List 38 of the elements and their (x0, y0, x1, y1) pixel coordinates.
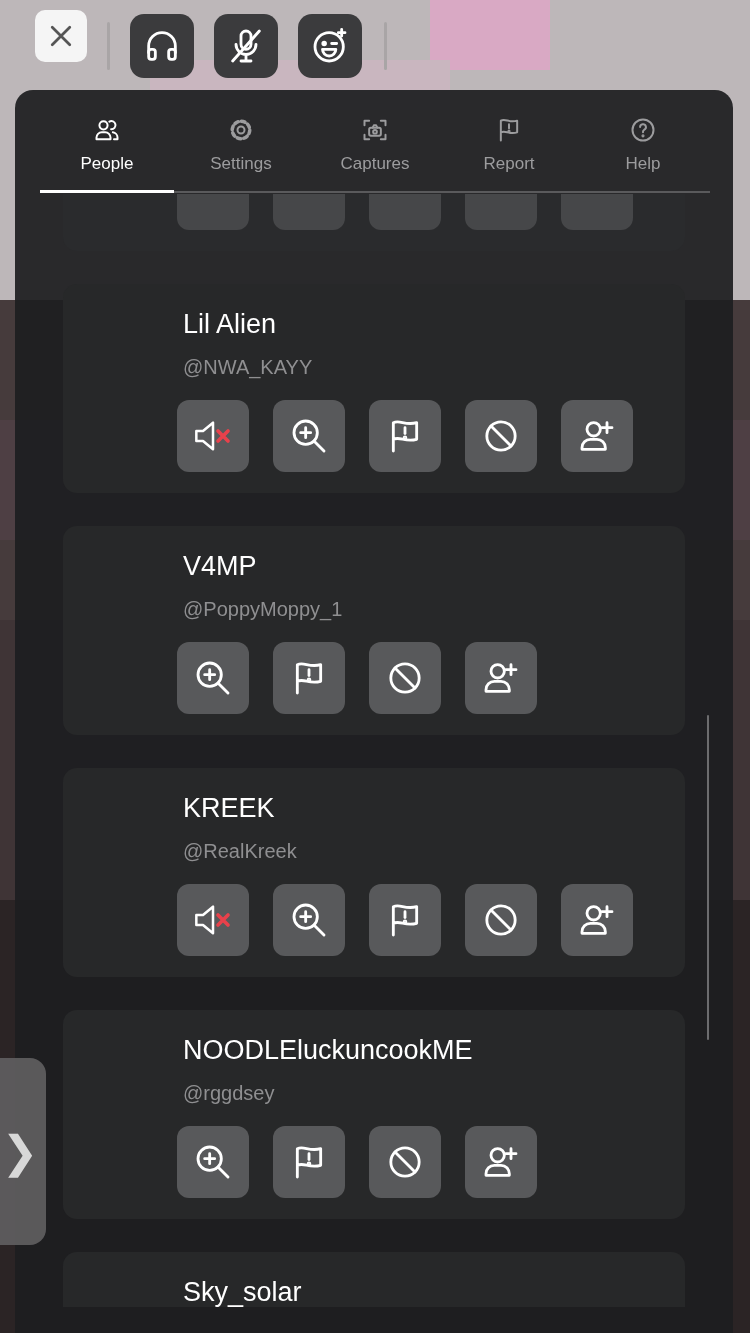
username: @PoppyMoppy_1 (183, 597, 344, 621)
expand-button[interactable]: ❯ (0, 1058, 46, 1245)
display-name: Lil Alien (183, 309, 278, 339)
inspect-button[interactable] (273, 400, 345, 472)
close-button[interactable] (35, 10, 87, 62)
mute-button[interactable] (177, 400, 249, 472)
display-name: V4MP (183, 551, 258, 581)
report-button[interactable] (273, 642, 345, 714)
help-icon (629, 116, 657, 144)
add-friend-button[interactable] (561, 884, 633, 956)
username: @rggdsey (183, 1081, 276, 1105)
username: @RealKreek (183, 839, 298, 863)
microphone-button[interactable] (214, 14, 278, 78)
audio-button[interactable] (130, 14, 194, 78)
inspect-button[interactable] (273, 884, 345, 956)
block-button[interactable] (465, 884, 537, 956)
report-button[interactable] (369, 884, 441, 956)
add-friend-button[interactable] (561, 400, 633, 472)
block-button[interactable] (369, 642, 441, 714)
tab[interactable]: Help (576, 90, 710, 193)
inspect-button[interactable] (177, 642, 249, 714)
add-friend-button[interactable] (465, 1126, 537, 1198)
display-name: KREEK (183, 793, 276, 823)
report-button[interactable] (369, 400, 441, 472)
username: @NWA_KAYY (183, 355, 314, 379)
display-name: NOODLEluckuncookME (183, 1035, 474, 1065)
report-button[interactable] (273, 1126, 345, 1198)
add-friend-button[interactable] (465, 642, 537, 714)
tab[interactable]: Settings (174, 90, 308, 193)
block-button[interactable] (369, 1126, 441, 1198)
tab[interactable]: Report (442, 90, 576, 193)
inspect-button[interactable] (177, 1126, 249, 1198)
tab[interactable]: Captures (308, 90, 442, 193)
display-name: Sky_solar (183, 1277, 303, 1307)
block-button[interactable] (465, 400, 537, 472)
mute-button[interactable] (177, 884, 249, 956)
emote-button[interactable] (298, 14, 362, 78)
scroll-bar[interactable] (707, 715, 709, 1040)
